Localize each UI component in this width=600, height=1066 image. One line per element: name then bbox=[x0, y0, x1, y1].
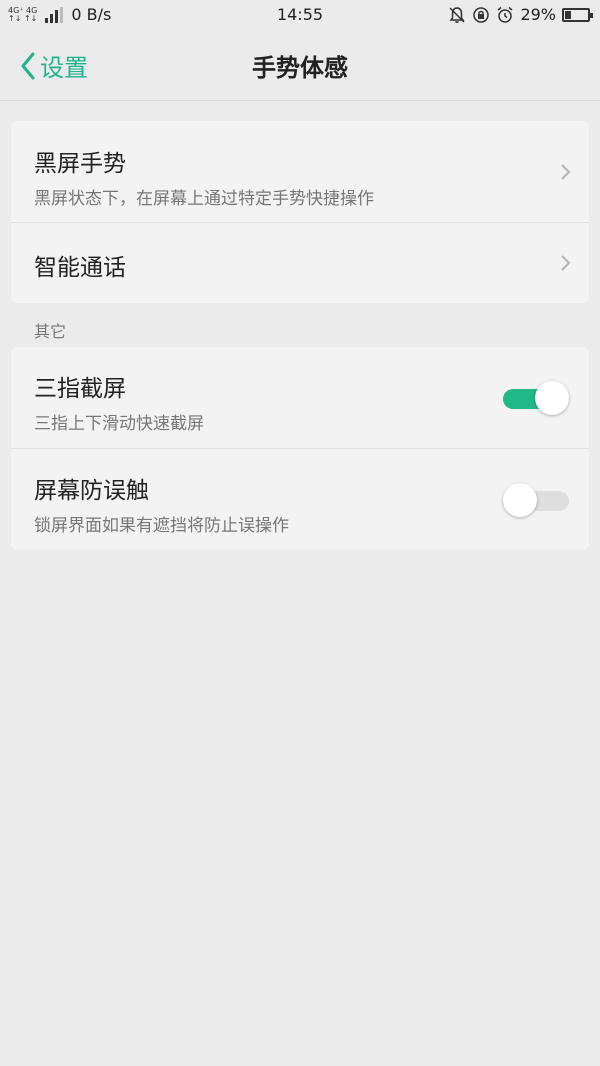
list-item-three-finger-screenshot[interactable]: 三指截屏 三指上下滑动快速截屏 bbox=[11, 347, 589, 448]
status-right: 29% bbox=[448, 5, 593, 24]
three-finger-screenshot-toggle[interactable] bbox=[503, 380, 569, 415]
page-title: 手势体感 bbox=[252, 54, 348, 82]
list-item-smart-call[interactable]: 智能通话 bbox=[11, 222, 589, 303]
anti-mistouch-toggle[interactable] bbox=[503, 482, 569, 517]
item-title: 黑屏手势 bbox=[34, 151, 126, 177]
rotation-lock-icon bbox=[473, 6, 490, 23]
navigation-bar: 设置 手势体感 bbox=[0, 32, 600, 101]
chevron-right-icon bbox=[561, 255, 571, 271]
status-bar: 4G⁺ 4G ↑↓ ↑↓ 0 B/s 14:55 29% bbox=[0, 0, 600, 32]
chevron-right-icon bbox=[561, 163, 571, 180]
other-settings-card: 三指截屏 三指上下滑动快速截屏 屏幕防误触 锁屏界面如果有遮挡将防止误操作 bbox=[11, 347, 589, 550]
gesture-settings-card: 黑屏手势 黑屏状态下，在屏幕上通过特定手势快捷操作 智能通话 bbox=[11, 121, 589, 303]
battery-fill bbox=[565, 10, 572, 19]
section-header-other: 其它 bbox=[34, 322, 67, 341]
mute-bell-icon bbox=[449, 6, 465, 23]
alarm-icon bbox=[497, 6, 513, 23]
battery-percent: 29% bbox=[520, 5, 556, 24]
battery-icon bbox=[562, 7, 593, 22]
toggle-knob bbox=[503, 482, 537, 517]
list-item-anti-mistouch[interactable]: 屏幕防误触 锁屏界面如果有遮挡将防止误操作 bbox=[11, 448, 589, 550]
item-subtitle: 黑屏状态下，在屏幕上通过特定手势快捷操作 bbox=[34, 189, 374, 209]
list-item-dark-screen-gesture[interactable]: 黑屏手势 黑屏状态下，在屏幕上通过特定手势快捷操作 bbox=[11, 121, 589, 222]
toggle-knob bbox=[535, 380, 569, 415]
item-title: 智能通话 bbox=[34, 255, 126, 281]
